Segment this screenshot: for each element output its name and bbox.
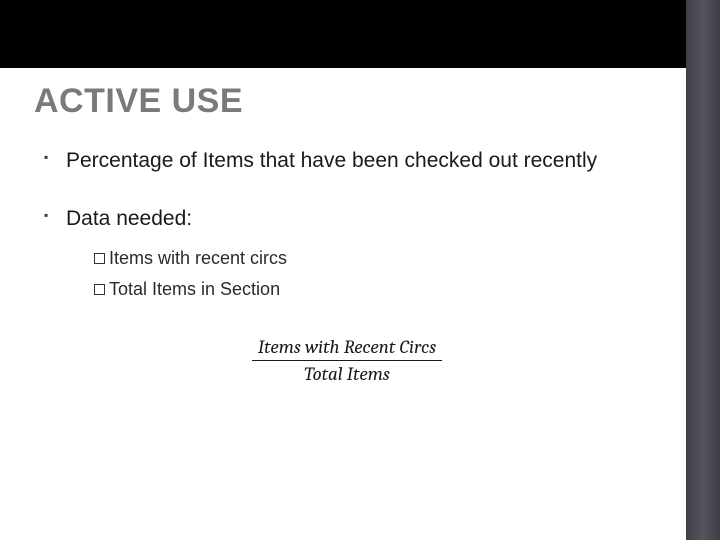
fraction: Items with Recent Circs Total Items — [252, 336, 442, 385]
top-bar — [0, 0, 720, 68]
right-accent-bar — [686, 0, 720, 540]
sub-list: Items with recent circs Total Items in S… — [66, 246, 660, 302]
sub-list-item: Total Items in Section — [74, 277, 660, 302]
checkbox-bullet-icon — [94, 284, 105, 295]
slide-content: ACTIVE USE Percentage of Items that have… — [34, 82, 660, 520]
sub-list-item-text: Items with recent circs — [109, 248, 287, 268]
sub-list-item: Items with recent circs — [74, 246, 660, 271]
list-item-text: Percentage of Items that have been check… — [66, 149, 597, 172]
list-item-text: Data needed: — [66, 207, 192, 230]
list-item: Data needed: Items with recent circs Tot… — [44, 205, 660, 302]
checkbox-bullet-icon — [94, 253, 105, 264]
bullet-list: Percentage of Items that have been check… — [34, 147, 660, 302]
fraction-denominator: Total Items — [252, 361, 442, 385]
slide-title: ACTIVE USE — [34, 82, 660, 121]
fraction-numerator: Items with Recent Circs — [252, 336, 442, 361]
list-item: Percentage of Items that have been check… — [44, 147, 660, 175]
sub-list-item-text: Total Items in Section — [109, 279, 280, 299]
formula: Items with Recent Circs Total Items — [34, 336, 660, 385]
